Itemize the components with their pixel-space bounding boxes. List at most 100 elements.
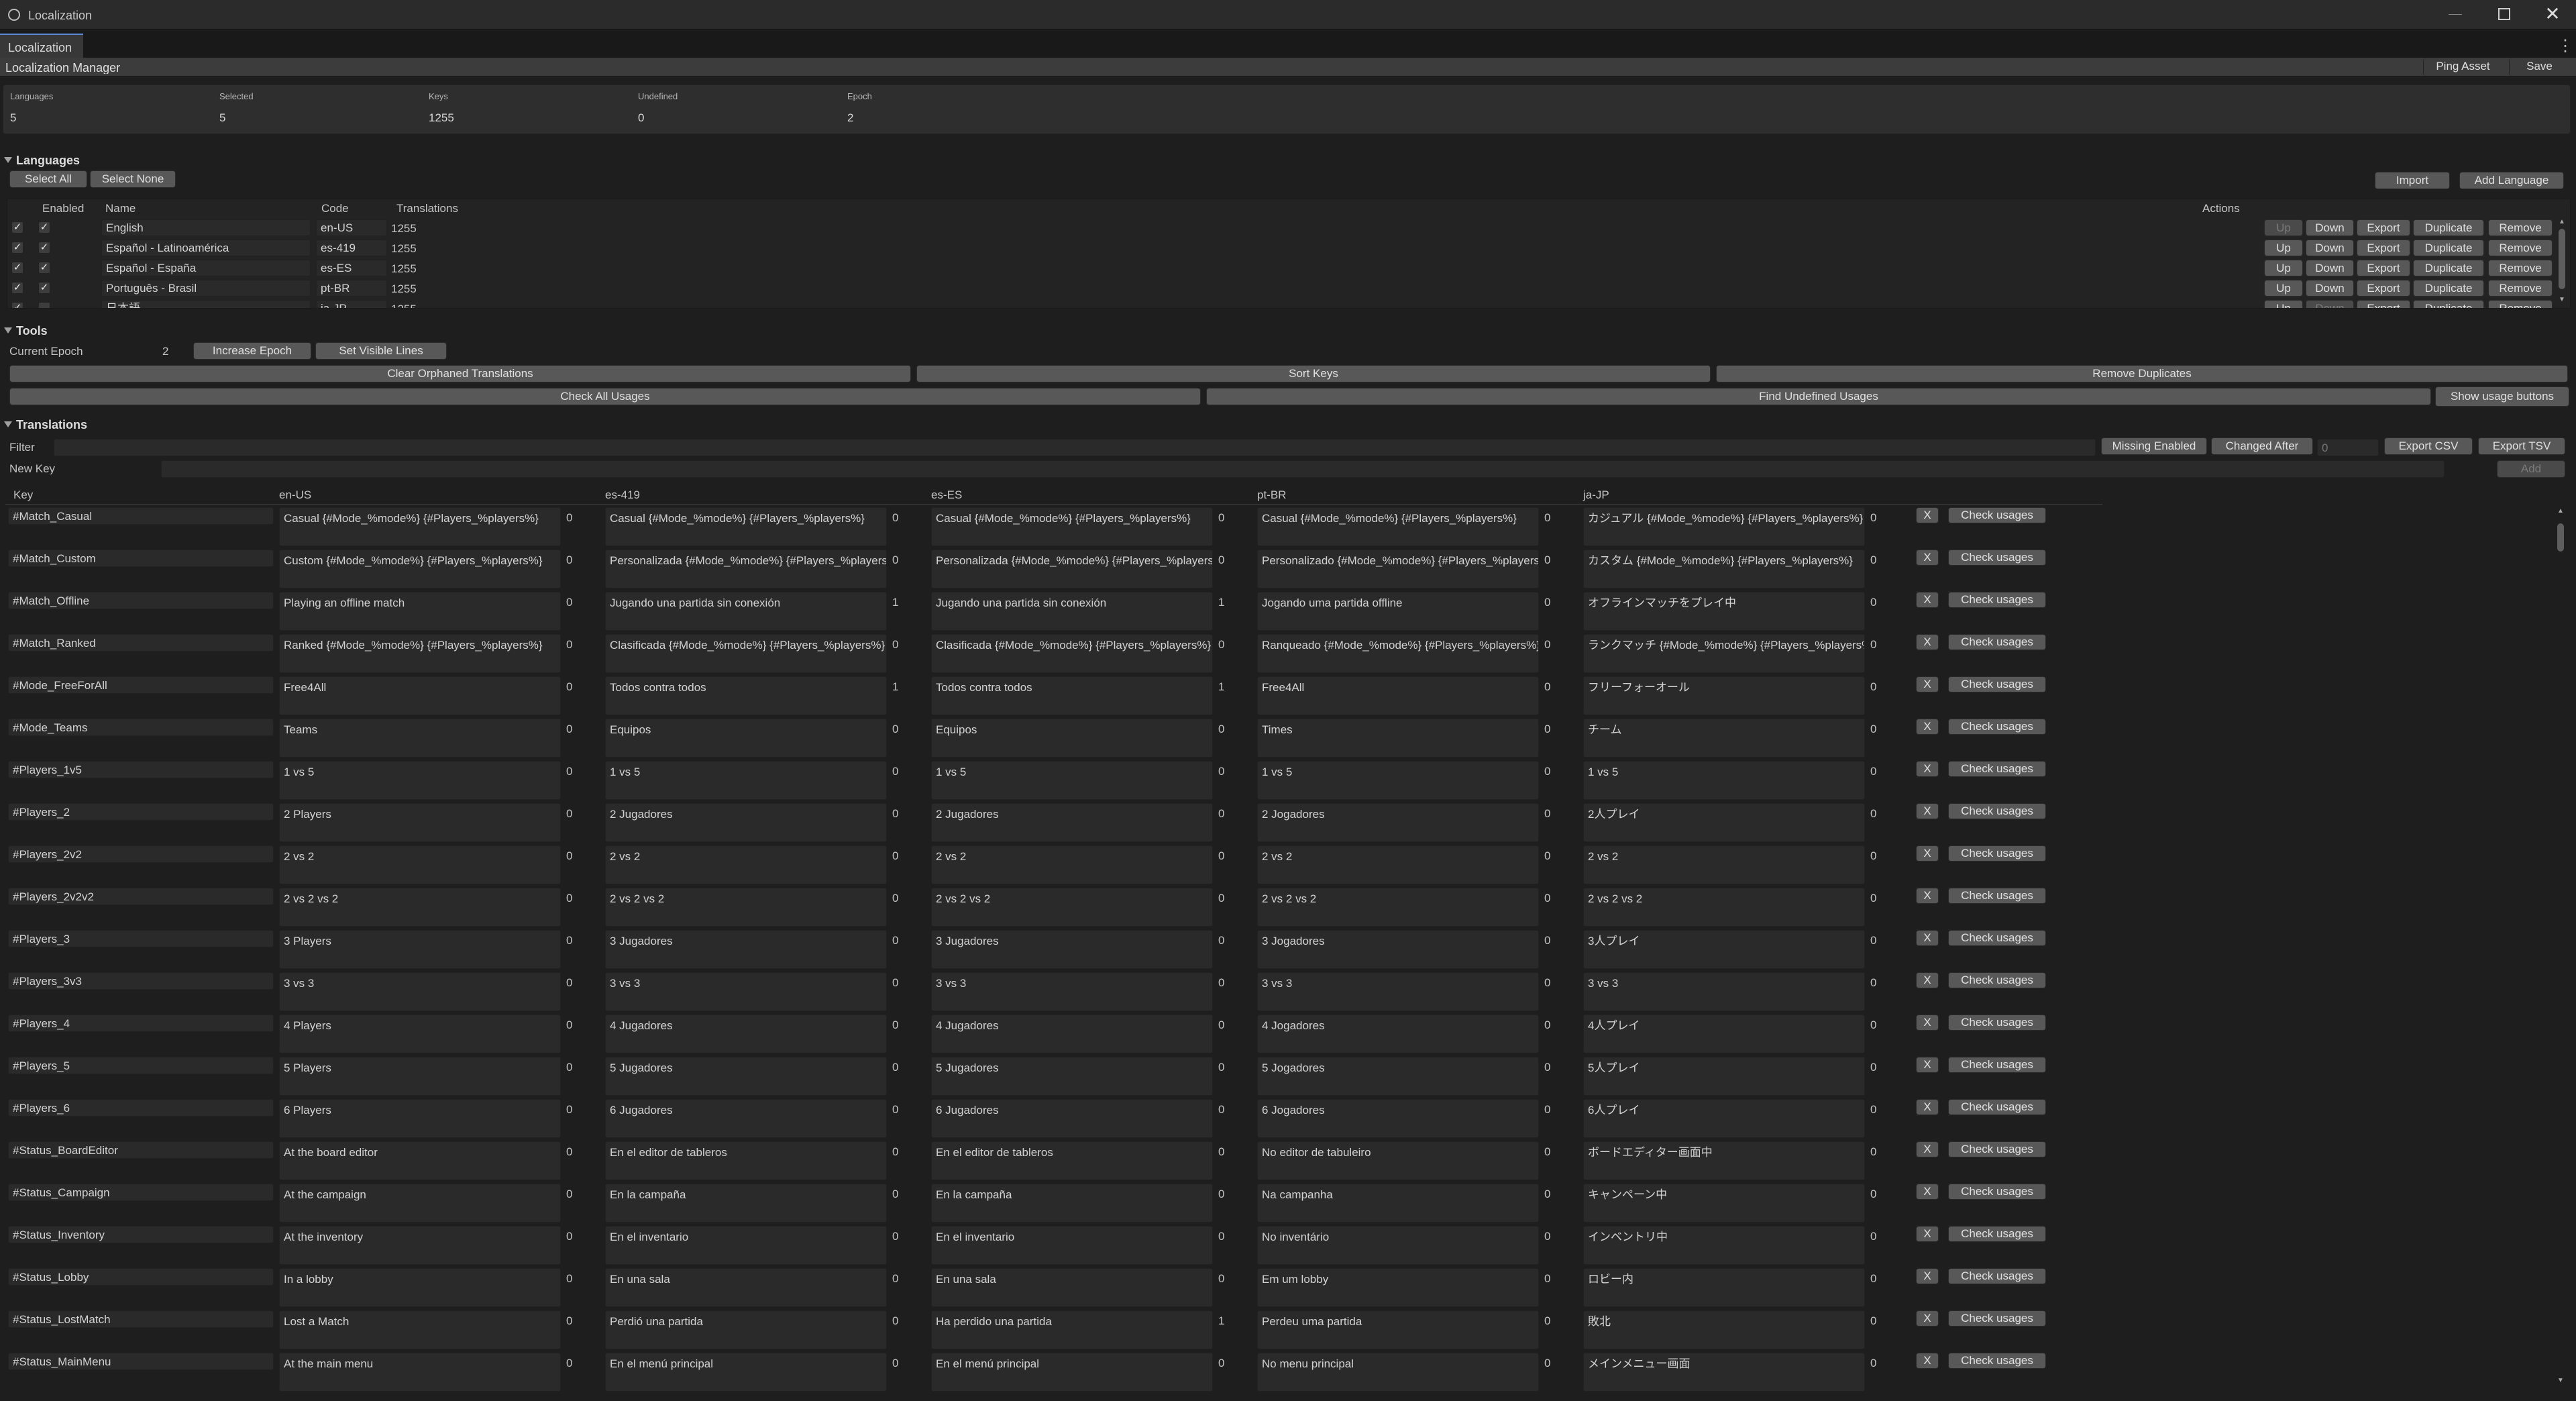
remove-key-button[interactable]: X <box>1916 1310 1939 1327</box>
maximize-icon[interactable] <box>2498 8 2510 20</box>
clear-orphaned-button[interactable]: Clear Orphaned Translations <box>9 365 911 382</box>
translation-textarea[interactable]: 2 vs 2 <box>1257 845 1539 884</box>
translations-foldout[interactable]: Translations <box>0 415 2576 435</box>
down-button[interactable]: Down <box>2306 240 2354 256</box>
translation-textarea[interactable]: Teams <box>279 719 561 758</box>
check-usages-button[interactable]: Check usages <box>1948 972 2046 988</box>
export-button[interactable]: Export <box>2357 300 2410 308</box>
scroll-up-icon[interactable]: ▲ <box>2557 507 2564 515</box>
select-checkbox[interactable]: ✓ <box>11 302 23 308</box>
remove-key-button[interactable]: X <box>1916 1184 1939 1200</box>
translation-textarea[interactable]: Casual {#Mode_%mode%} {#Players_%players… <box>1257 507 1539 546</box>
down-button[interactable]: Down <box>2306 219 2354 236</box>
translation-textarea[interactable]: 5 Players <box>279 1057 561 1096</box>
translation-textarea[interactable]: Ha perdido una partida <box>931 1310 1213 1349</box>
remove-key-button[interactable]: X <box>1916 550 1939 566</box>
translation-textarea[interactable]: 1 vs 5 <box>1257 761 1539 800</box>
translation-textarea[interactable]: 2 vs 2 vs 2 <box>1583 888 1865 927</box>
translation-textarea[interactable]: 4 Jugadores <box>931 1015 1213 1053</box>
key-input[interactable]: #Mode_FreeForAll <box>8 676 274 694</box>
duplicate-button[interactable]: Duplicate <box>2413 219 2484 236</box>
key-input[interactable]: #Players_5 <box>8 1057 274 1074</box>
translation-textarea[interactable]: Free4All <box>279 676 561 715</box>
translation-textarea[interactable]: 2 Jugadores <box>605 803 887 842</box>
up-button[interactable]: Up <box>2264 300 2303 308</box>
translation-textarea[interactable]: ランクマッチ {#Mode_%mode%} {#Players_%players… <box>1583 634 1865 673</box>
translation-textarea[interactable]: カジュアル {#Mode_%mode%} {#Players_%players%… <box>1583 507 1865 546</box>
duplicate-button[interactable]: Duplicate <box>2413 280 2484 297</box>
check-usages-button[interactable]: Check usages <box>1948 1268 2046 1284</box>
translation-textarea[interactable]: 2 vs 2 vs 2 <box>279 888 561 927</box>
increase-epoch-button[interactable]: Increase Epoch <box>193 342 311 360</box>
translation-textarea[interactable]: 2 vs 2 vs 2 <box>605 888 887 927</box>
translation-textarea[interactable]: 5 Jugadores <box>931 1057 1213 1096</box>
translation-textarea[interactable]: 1 vs 5 <box>279 761 561 800</box>
remove-key-button[interactable]: X <box>1916 761 1939 777</box>
translation-textarea[interactable]: オフラインマッチをプレイ中 <box>1583 592 1865 631</box>
show-usage-buttons-toggle[interactable]: Show usage buttons <box>2435 386 2569 407</box>
translation-textarea[interactable]: 2 Players <box>279 803 561 842</box>
add-language-button[interactable]: Add Language <box>2459 172 2564 189</box>
select-checkbox[interactable]: ✓ <box>11 282 23 294</box>
check-usages-button[interactable]: Check usages <box>1948 507 2046 523</box>
export-csv-button[interactable]: Export CSV <box>2384 437 2473 455</box>
export-button[interactable]: Export <box>2357 240 2410 256</box>
select-checkbox[interactable]: ✓ <box>11 221 23 234</box>
translation-textarea[interactable]: 3 Players <box>279 930 561 969</box>
key-input[interactable]: #Match_Offline <box>8 592 274 609</box>
remove-button[interactable]: Remove <box>2488 240 2553 256</box>
export-button[interactable]: Export <box>2357 280 2410 297</box>
translation-textarea[interactable]: En el menú principal <box>605 1353 887 1392</box>
key-input[interactable]: #Status_MainMenu <box>8 1353 274 1370</box>
translation-textarea[interactable]: Jogando uma partida offline <box>1257 592 1539 631</box>
remove-button[interactable]: Remove <box>2488 300 2553 308</box>
check-usages-button[interactable]: Check usages <box>1948 888 2046 904</box>
translation-textarea[interactable]: 5 Jugadores <box>605 1057 887 1096</box>
translation-textarea[interactable]: No menu principal <box>1257 1353 1539 1392</box>
translation-textarea[interactable]: カスタム {#Mode_%mode%} {#Players_%players%} <box>1583 550 1865 588</box>
translation-textarea[interactable]: 3 Jogadores <box>1257 930 1539 969</box>
duplicate-button[interactable]: Duplicate <box>2413 260 2484 276</box>
key-input[interactable]: #Players_3 <box>8 930 274 947</box>
translation-textarea[interactable]: 3 Jugadores <box>605 930 887 969</box>
kebab-menu-icon[interactable]: ⋮ <box>2557 36 2573 56</box>
translation-textarea[interactable]: 2 vs 2 <box>1583 845 1865 884</box>
translation-textarea[interactable]: 5人プレイ <box>1583 1057 1865 1096</box>
translation-textarea[interactable]: 2 vs 2 <box>279 845 561 884</box>
translation-textarea[interactable]: 3 vs 3 <box>931 972 1213 1011</box>
translation-textarea[interactable]: Todos contra todos <box>605 676 887 715</box>
check-usages-button[interactable]: Check usages <box>1948 676 2046 692</box>
sort-keys-button[interactable]: Sort Keys <box>916 365 1711 382</box>
translation-textarea[interactable]: En una sala <box>605 1268 887 1307</box>
scrollbar-thumb[interactable] <box>2559 229 2565 289</box>
export-tsv-button[interactable]: Export TSV <box>2478 437 2565 455</box>
check-usages-button[interactable]: Check usages <box>1948 1310 2046 1327</box>
translation-textarea[interactable]: Na campanha <box>1257 1184 1539 1223</box>
translation-textarea[interactable]: 3人プレイ <box>1583 930 1865 969</box>
translation-textarea[interactable]: No editor de tabuleiro <box>1257 1141 1539 1180</box>
up-button[interactable]: Up <box>2264 219 2303 236</box>
translation-textarea[interactable]: Free4All <box>1257 676 1539 715</box>
duplicate-button[interactable]: Duplicate <box>2413 240 2484 256</box>
translation-textarea[interactable]: En el menú principal <box>931 1353 1213 1392</box>
remove-button[interactable]: Remove <box>2488 260 2553 276</box>
translation-textarea[interactable]: 1 vs 5 <box>605 761 887 800</box>
translation-textarea[interactable]: Casual {#Mode_%mode%} {#Players_%players… <box>605 507 887 546</box>
translation-textarea[interactable]: Casual {#Mode_%mode%} {#Players_%players… <box>279 507 561 546</box>
translation-textarea[interactable]: Perdeu uma partida <box>1257 1310 1539 1349</box>
translation-textarea[interactable]: 6 Jugadores <box>931 1099 1213 1138</box>
translation-textarea[interactable]: Times <box>1257 719 1539 758</box>
translation-textarea[interactable]: In a lobby <box>279 1268 561 1307</box>
translation-textarea[interactable]: En el editor de tableros <box>931 1141 1213 1180</box>
language-code-input[interactable]: es-ES <box>316 260 387 276</box>
remove-key-button[interactable]: X <box>1916 930 1939 946</box>
translation-textarea[interactable]: 2人プレイ <box>1583 803 1865 842</box>
check-usages-button[interactable]: Check usages <box>1948 634 2046 650</box>
tab-localization[interactable]: Localization <box>0 34 83 58</box>
translation-textarea[interactable]: Lost a Match <box>279 1310 561 1349</box>
scrollbar-thumb[interactable] <box>2557 523 2564 552</box>
remove-key-button[interactable]: X <box>1916 888 1939 904</box>
remove-key-button[interactable]: X <box>1916 1057 1939 1073</box>
remove-key-button[interactable]: X <box>1916 1015 1939 1031</box>
select-checkbox[interactable]: ✓ <box>11 262 23 274</box>
